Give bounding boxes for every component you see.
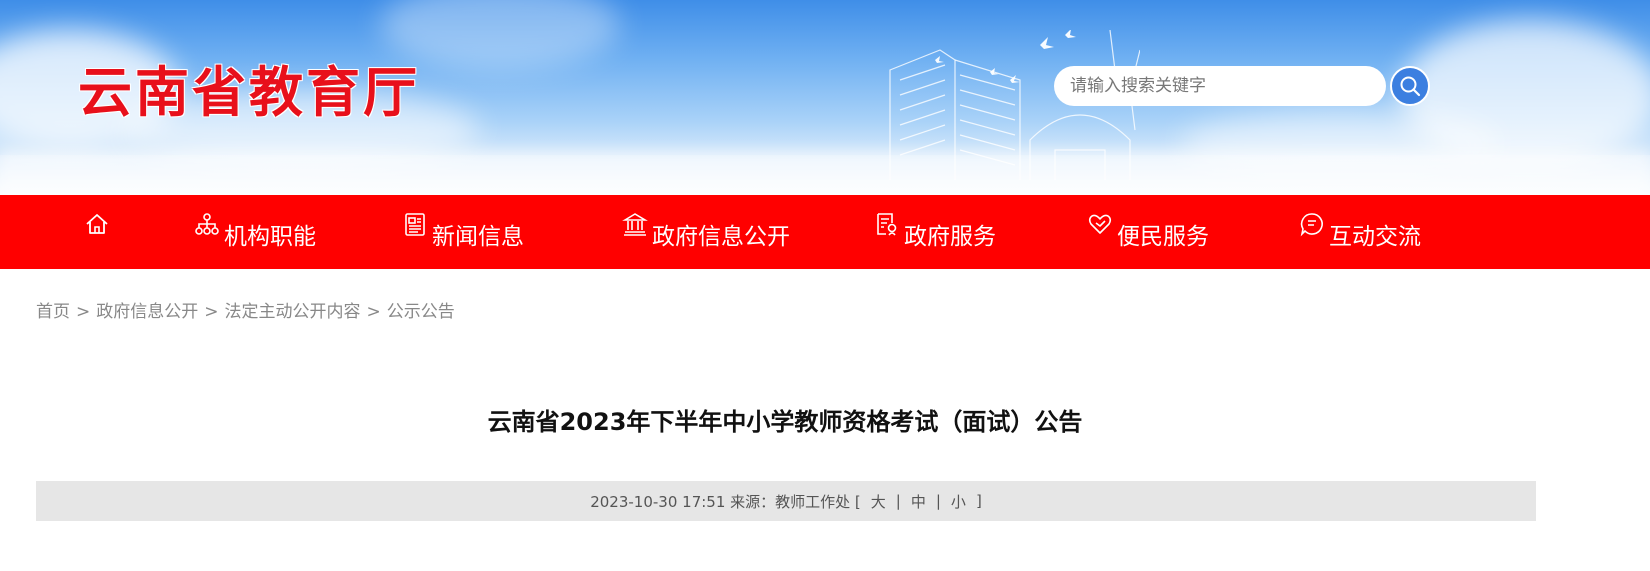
- banner-bottom-strip: [0, 155, 1650, 195]
- header-banner: 云南省教育厅: [0, 0, 1650, 195]
- article-meta-bar: 2023-10-30 17:51 来源：教师工作处 [ 大 | 中 | 小 ]: [36, 481, 1536, 521]
- breadcrumb-home-link[interactable]: 首页: [36, 302, 70, 322]
- breadcrumb-announcements-link[interactable]: 公示公告: [387, 302, 455, 322]
- breadcrumb-separator: >: [76, 302, 91, 322]
- nav-item-convenience-services[interactable]: 便民服务: [1087, 195, 1209, 269]
- breadcrumb-gov-info-link[interactable]: 政府信息公开: [96, 302, 198, 322]
- government-building-icon: [622, 213, 648, 236]
- article-meta-text: 2023-10-30 17:51 来源：教师工作处 [: [590, 492, 861, 511]
- newspaper-icon: [405, 213, 425, 236]
- nav-item-government-info-disclosure[interactable]: 政府信息公开: [622, 195, 790, 269]
- nav-item-interaction[interactable]: 互动交流: [1299, 195, 1421, 269]
- org-chart-icon: [195, 213, 219, 235]
- service-document-icon: [877, 213, 897, 236]
- font-size-medium-button[interactable]: 中: [901, 491, 936, 512]
- article-title: 云南省2023年下半年中小学教师资格考试（面试）公告: [487, 408, 1083, 436]
- breadcrumb-separator: >: [366, 302, 381, 322]
- meta-bracket-close: ]: [975, 492, 982, 510]
- search-input[interactable]: [1054, 66, 1386, 106]
- nav-item-institution-functions[interactable]: 机构职能: [194, 195, 316, 269]
- home-icon: [86, 214, 108, 234]
- nav-item-news[interactable]: 新闻信息: [402, 195, 524, 269]
- breadcrumb-separator: >: [204, 302, 219, 322]
- main-nav: 机构职能 新闻信息 政府信息公开 政府服务 便民服务 互动交流: [0, 195, 1650, 269]
- nav-item-government-services[interactable]: 政府服务: [874, 195, 996, 269]
- breadcrumb: 首页 > 政府信息公开 > 法定主动公开内容 > 公示公告: [36, 297, 455, 322]
- chat-icon: [1300, 213, 1323, 237]
- font-size-small-button[interactable]: 小: [941, 491, 976, 512]
- breadcrumb-statutory-content-link[interactable]: 法定主动公开内容: [225, 302, 361, 322]
- search-icon: [1400, 76, 1421, 97]
- site-title: 云南省教育厅: [78, 60, 420, 124]
- font-size-large-button[interactable]: 大: [861, 491, 896, 512]
- search-button[interactable]: [1390, 66, 1430, 106]
- heart-hand-icon: [1088, 214, 1112, 234]
- nav-item-home[interactable]: [84, 195, 114, 269]
